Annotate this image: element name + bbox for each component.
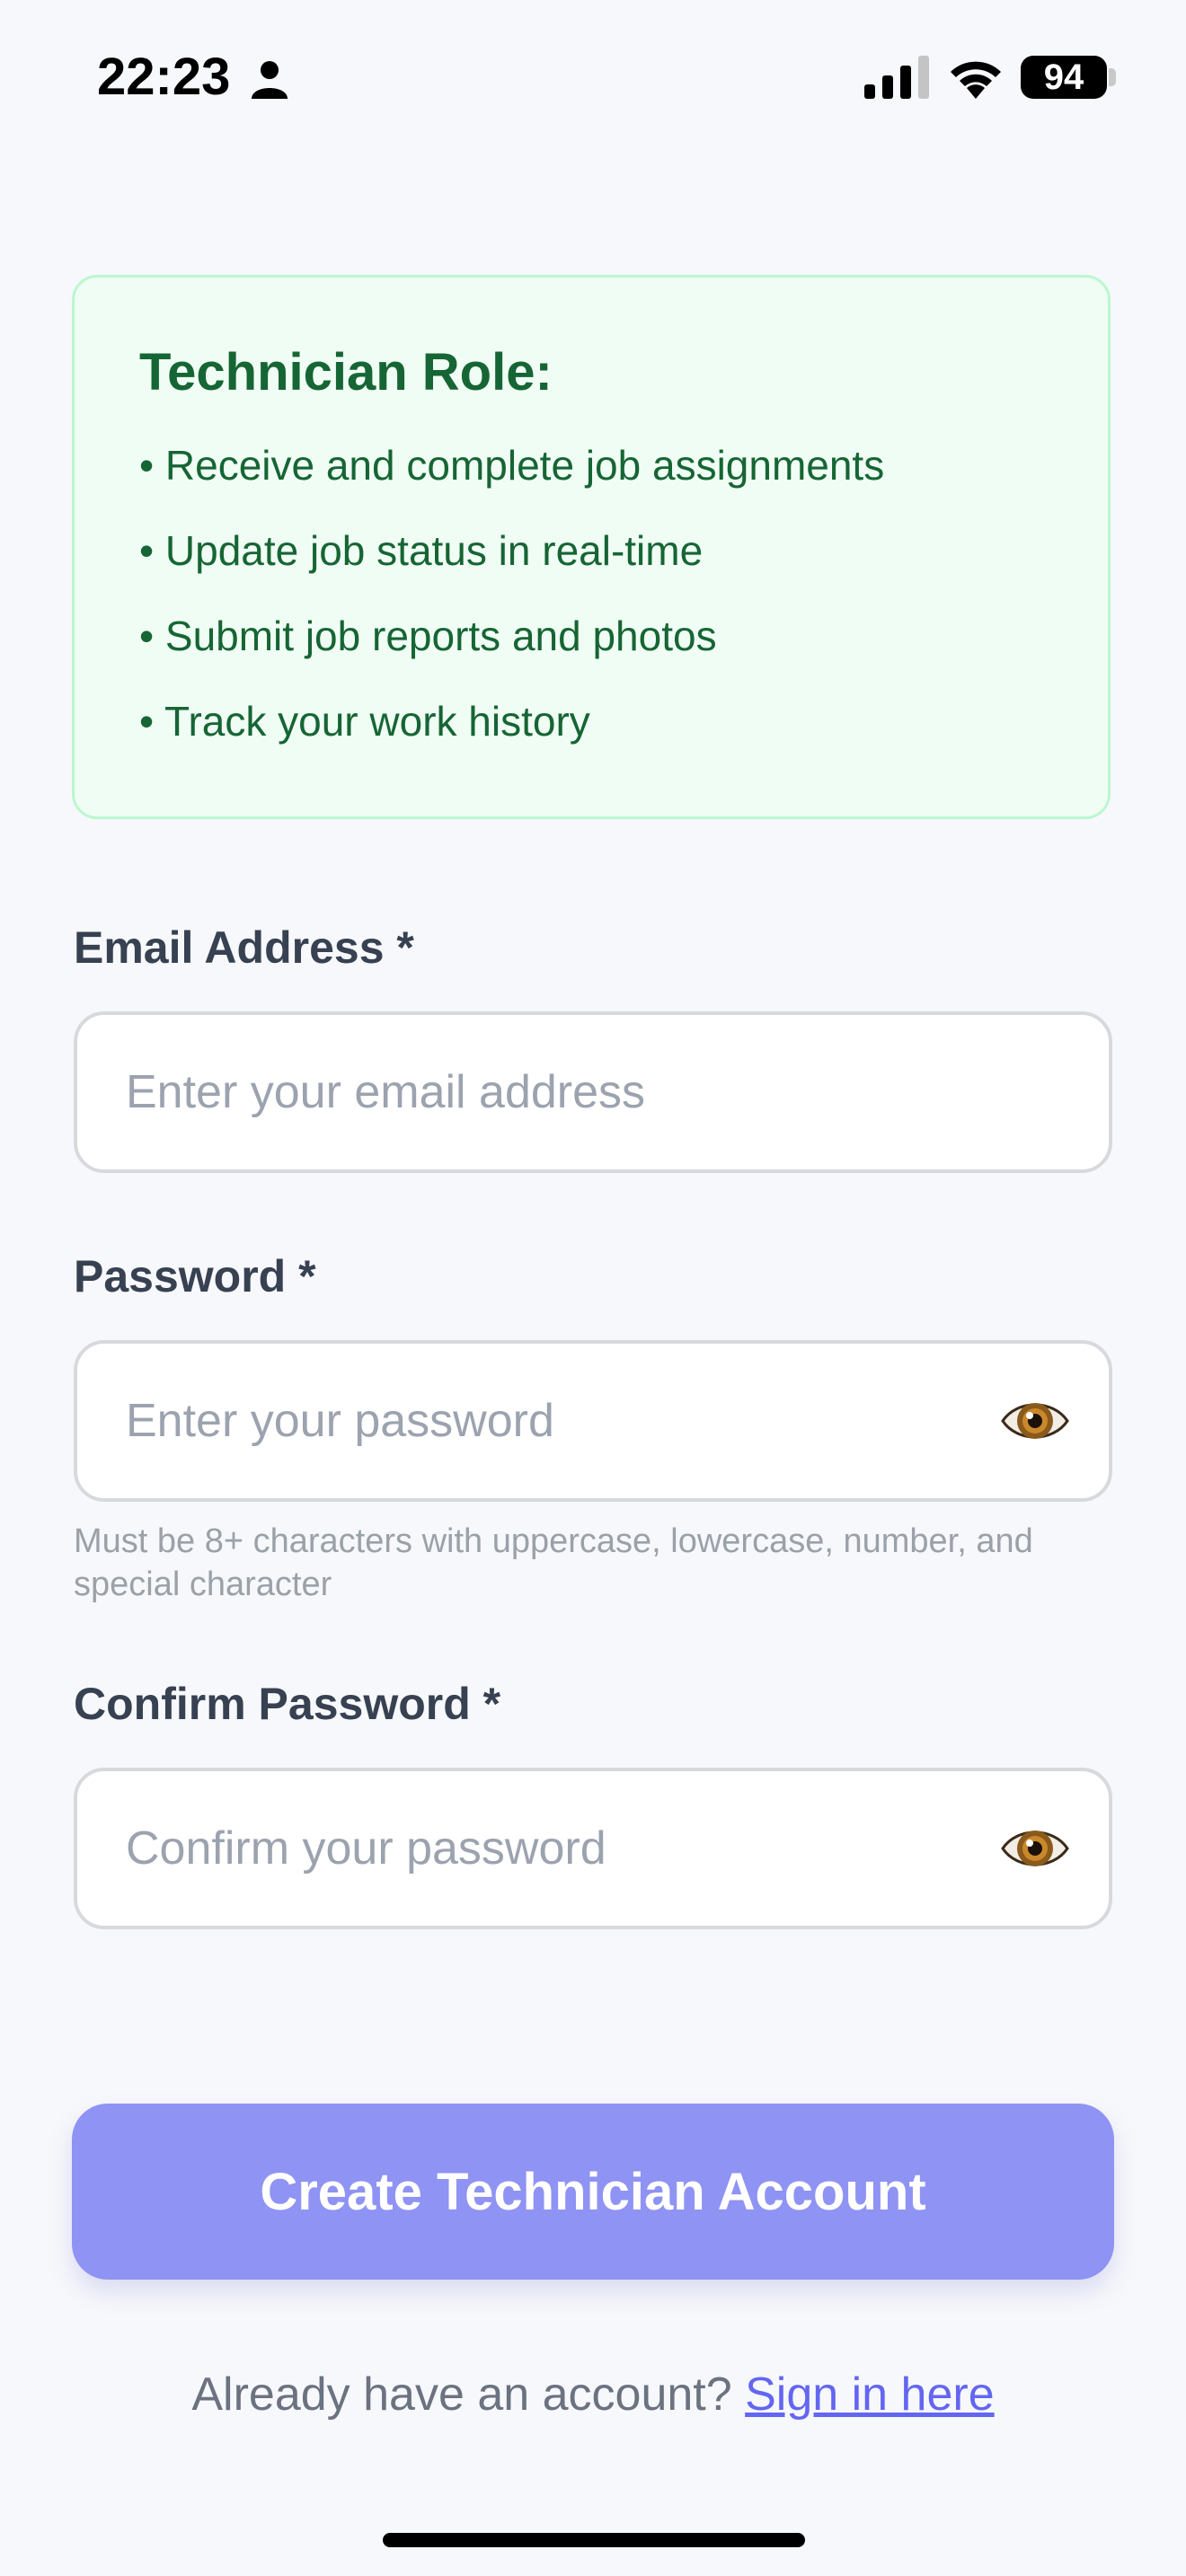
eye-icon[interactable] xyxy=(1001,1396,1069,1446)
email-label: Email Address * xyxy=(74,922,414,973)
email-field-container xyxy=(74,1011,1112,1173)
create-technician-account-button[interactable]: Create Technician Account xyxy=(72,2104,1114,2280)
role-feature-list: • Receive and complete job assignments •… xyxy=(139,445,884,786)
home-indicator[interactable] xyxy=(383,2533,805,2547)
password-field[interactable] xyxy=(126,1344,934,1498)
role-card-title: Technician Role: xyxy=(139,343,553,401)
battery-icon: 94 xyxy=(1021,56,1107,99)
role-feature-item: • Track your work history xyxy=(139,698,590,745)
status-time: 22:23 xyxy=(97,48,231,106)
confirm-password-field-container xyxy=(74,1768,1112,1929)
password-requirements-hint: Must be 8+ characters with uppercase, lo… xyxy=(74,1522,1033,1603)
signal-icon xyxy=(864,56,929,99)
status-bar: 22:23 94 xyxy=(0,0,1186,153)
battery-level: 94 xyxy=(1043,57,1084,97)
confirm-password-field[interactable] xyxy=(126,1771,934,1926)
role-feature-item: • Receive and complete job assignments xyxy=(139,442,885,489)
signin-prompt-text: Already have an account? xyxy=(191,2369,746,2421)
confirm-password-label: Confirm Password * xyxy=(74,1679,501,1729)
signin-link[interactable]: Sign in here xyxy=(745,2369,995,2421)
email-field[interactable] xyxy=(126,1015,934,1169)
password-field-container xyxy=(74,1340,1112,1502)
person-icon xyxy=(252,61,288,99)
technician-role-card: Technician Role: • Receive and complete … xyxy=(72,275,1111,819)
password-label: Password * xyxy=(74,1251,316,1301)
eye-icon[interactable] xyxy=(1001,1823,1069,1874)
role-feature-item: • Submit job reports and photos xyxy=(139,613,717,659)
battery-tip xyxy=(1109,68,1116,86)
role-feature-item: • Update job status in real-time xyxy=(139,527,704,574)
wifi-icon xyxy=(951,61,1001,99)
signin-prompt-row: Already have an account? Sign in here xyxy=(0,2368,1186,2422)
